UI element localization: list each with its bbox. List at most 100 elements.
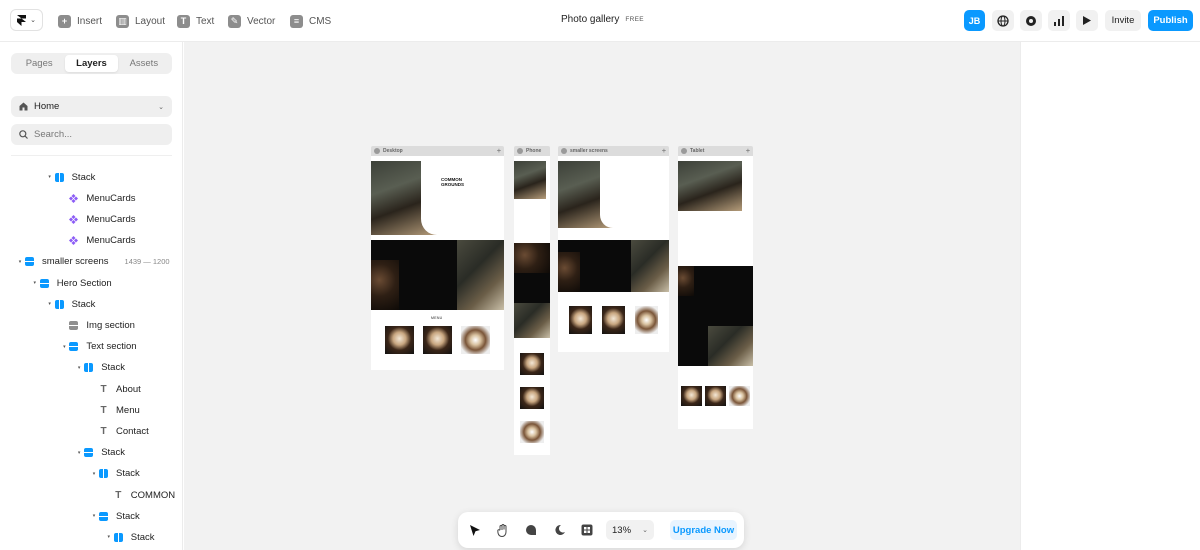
page-selector[interactable]: Home ⌄ xyxy=(11,96,172,117)
layer-row[interactable]: T About xyxy=(89,379,141,399)
layer-row[interactable]: ▾ Stack xyxy=(74,358,125,378)
hero-arch xyxy=(600,161,613,228)
select-tool-button[interactable] xyxy=(466,521,484,539)
breakpoint-header-desktop[interactable]: Desktop + xyxy=(371,146,504,156)
search-input[interactable] xyxy=(34,129,154,140)
layer-row[interactable]: ▾ smaller screens 1439 — 1200 xyxy=(15,252,170,272)
cms-button[interactable]: ≡ CMS xyxy=(290,12,331,30)
text-layer-icon: T xyxy=(115,489,122,501)
pen-icon: ✎ xyxy=(228,14,241,28)
grid-icon xyxy=(581,524,593,536)
text-button[interactable]: T Text xyxy=(177,12,214,30)
layer-row[interactable]: ▾ Text section xyxy=(59,337,136,357)
tab-pages[interactable]: Pages xyxy=(13,55,65,72)
text-layer-icon: T xyxy=(100,383,107,395)
grid-tool-button[interactable] xyxy=(578,521,596,539)
component-icon xyxy=(69,193,79,203)
publish-label: Publish xyxy=(1153,15,1188,26)
gear-icon xyxy=(1026,15,1036,26)
panel-tabs: Pages Layers Assets xyxy=(11,53,172,74)
breakpoint-smaller-screens[interactable] xyxy=(558,156,669,352)
site-settings-button[interactable] xyxy=(992,10,1014,31)
text-layer-icon: T xyxy=(100,404,107,416)
plus-icon[interactable]: + xyxy=(662,148,666,155)
layer-label: Stack xyxy=(116,510,140,522)
layer-row[interactable]: ▾ Stack xyxy=(89,506,140,526)
user-avatar[interactable]: JB xyxy=(964,10,985,31)
layer-label: About xyxy=(116,383,141,395)
layer-row[interactable]: T Contact xyxy=(89,421,148,441)
layer-label: Hero Section xyxy=(56,277,112,289)
layer-search xyxy=(11,124,172,145)
plus-icon[interactable]: + xyxy=(497,148,501,155)
layer-row[interactable]: ▾ Hero Section xyxy=(30,273,112,293)
breakpoint-header-tablet[interactable]: Tablet + xyxy=(678,146,753,156)
expand-triangle-icon[interactable]: ▾ xyxy=(45,301,55,307)
hand-tool-button[interactable] xyxy=(494,521,512,539)
preview-button[interactable] xyxy=(1076,10,1098,31)
layer-label: Stack xyxy=(116,468,140,480)
design-canvas[interactable]: Desktop + COMMON GROUNDS MENU Phone small… xyxy=(184,42,1020,550)
expand-triangle-icon[interactable]: ▾ xyxy=(89,513,99,519)
expand-triangle-icon[interactable]: ▾ xyxy=(74,450,84,456)
vector-button[interactable]: ✎ Vector xyxy=(228,12,275,30)
layer-row[interactable]: Img section xyxy=(59,315,135,335)
menu-card-image xyxy=(681,386,702,406)
vector-label: Vector xyxy=(247,15,276,27)
invite-button[interactable]: Invite xyxy=(1105,10,1141,31)
layer-row[interactable]: ▾ Stack xyxy=(45,167,95,187)
theme-toggle-button[interactable] xyxy=(550,521,568,539)
layer-label: MenuCards xyxy=(86,235,136,247)
breakpoint-label: Phone xyxy=(526,148,542,154)
layout-button[interactable]: ▥ Layout xyxy=(116,12,165,30)
expand-triangle-icon[interactable]: ▾ xyxy=(30,280,40,286)
insert-button[interactable]: + Insert xyxy=(58,12,102,30)
breakpoint-desktop[interactable]: COMMON GROUNDS MENU xyxy=(371,156,504,370)
comment-tool-button[interactable] xyxy=(522,521,540,539)
moon-icon xyxy=(555,524,565,535)
layer-label: Menu xyxy=(116,404,140,416)
top-toolbar: ⌄ + Insert ▥ Layout T Text ✎ Vector ≡ CM… xyxy=(0,0,1200,42)
tab-layers[interactable]: Layers xyxy=(65,55,118,72)
layer-row[interactable]: ▾ Stack xyxy=(45,294,95,314)
menu-card-image xyxy=(461,326,490,354)
upgrade-button[interactable]: Upgrade Now xyxy=(670,520,737,540)
layer-row[interactable]: T COMMON xyxy=(104,485,175,505)
layer-row[interactable]: MenuCards xyxy=(59,188,136,208)
hero-arch xyxy=(421,161,437,235)
expand-triangle-icon[interactable]: ▾ xyxy=(59,344,69,350)
layer-row[interactable]: ▾ Stack xyxy=(89,464,140,484)
project-title[interactable]: Photo gallery FREE xyxy=(561,14,644,25)
settings-button[interactable] xyxy=(1020,10,1042,31)
breakpoint-phone[interactable] xyxy=(514,156,550,455)
layer-label: MenuCards xyxy=(86,213,136,225)
tab-assets[interactable]: Assets xyxy=(118,55,170,72)
expand-triangle-icon[interactable]: ▾ xyxy=(74,365,84,371)
layer-row[interactable]: T Menu xyxy=(89,400,140,420)
layer-row[interactable]: ▾ Stack xyxy=(104,527,155,547)
canvas-toolbar: 13% ⌄ Upgrade Now xyxy=(458,512,744,548)
app-menu-button[interactable]: ⌄ xyxy=(10,9,43,31)
layer-label: smaller screens xyxy=(42,256,109,268)
zoom-select[interactable]: 13% ⌄ xyxy=(606,520,654,540)
layer-row[interactable]: MenuCards xyxy=(59,209,136,229)
publish-button[interactable]: Publish xyxy=(1148,10,1193,31)
expand-triangle-icon[interactable]: ▾ xyxy=(15,259,25,265)
expand-triangle-icon[interactable]: ▾ xyxy=(45,174,55,180)
layout-label: Layout xyxy=(135,15,166,27)
analytics-button[interactable] xyxy=(1048,10,1070,31)
frame-icon xyxy=(99,511,108,521)
menu-card-image xyxy=(602,306,625,334)
breakpoint-header-phone[interactable]: Phone xyxy=(514,146,550,156)
insert-label: Insert xyxy=(77,15,103,27)
breakpoint-label: Desktop xyxy=(383,148,403,154)
expand-triangle-icon[interactable]: ▾ xyxy=(104,534,114,540)
layer-row[interactable]: ▾ Stack xyxy=(74,443,125,463)
layer-row[interactable]: MenuCards xyxy=(59,231,136,251)
expand-triangle-icon[interactable]: ▾ xyxy=(89,471,99,477)
breakpoint-header-smaller-screens[interactable]: smaller screens + xyxy=(558,146,669,156)
breakpoint-tablet[interactable] xyxy=(678,156,753,429)
play-icon xyxy=(517,148,523,154)
plus-icon[interactable]: + xyxy=(746,148,750,155)
properties-panel xyxy=(1020,42,1200,550)
